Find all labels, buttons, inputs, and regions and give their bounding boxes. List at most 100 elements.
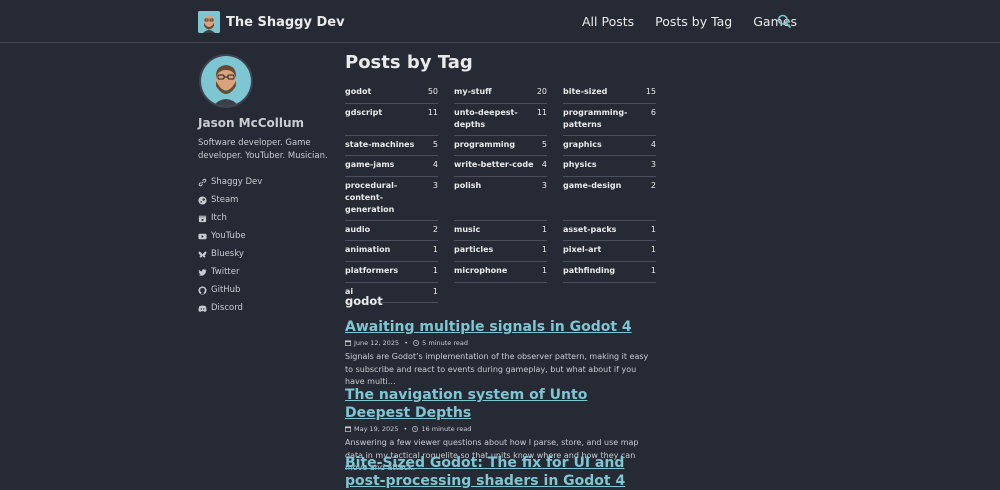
link-label: GitHub — [211, 285, 241, 295]
link-label: Itch — [211, 213, 227, 223]
tag-link[interactable]: programming 5 — [454, 136, 547, 157]
tag-name: procedural-content-generation — [345, 180, 398, 214]
post-title-link[interactable]: The navigation system of Unto Deepest De… — [345, 386, 655, 422]
link-steam[interactable]: Steam — [198, 191, 338, 209]
tag-count: 2 — [650, 180, 656, 190]
twitter-icon — [198, 268, 207, 276]
tag-count: 20 — [536, 87, 547, 96]
site-brand-link[interactable]: The Shaggy Dev — [198, 11, 345, 33]
tag-link[interactable]: microphone 1 — [454, 262, 547, 283]
tag-count: 3 — [650, 160, 656, 170]
tag-row: ai 1 — [345, 283, 657, 304]
tag-name: microphone — [454, 265, 508, 275]
tag-link[interactable]: procedural-content-generation 3 — [345, 177, 438, 221]
tag-count: 1 — [541, 265, 547, 275]
tag-link[interactable]: bite-sized 15 — [563, 83, 656, 104]
link-github[interactable]: GitHub — [198, 281, 338, 299]
nav-posts-by-tag[interactable]: Posts by Tag — [655, 14, 732, 29]
tag-name: my-stuff — [454, 87, 492, 96]
tag-count: 50 — [427, 87, 438, 96]
tag-link[interactable]: graphics 4 — [563, 136, 656, 157]
post-read-time: 16 minute read — [421, 425, 472, 433]
link-bluesky[interactable]: Bluesky — [198, 245, 338, 263]
link-shaggy-dev[interactable]: Shaggy Dev — [198, 173, 338, 191]
tag-count: 5 — [432, 139, 438, 149]
tag-section-heading: godot — [345, 294, 383, 308]
author-links: Shaggy Dev Steam Itch YouTube Bluesky Tw… — [198, 173, 338, 317]
tag-row: game-jams 4 write-better-code 4 physics 3 — [345, 156, 657, 177]
tag-count: 1 — [432, 245, 438, 255]
tag-link[interactable]: music 1 — [454, 221, 547, 242]
tag-name: write-better-code — [454, 160, 534, 170]
link-youtube[interactable]: YouTube — [198, 227, 338, 245]
link-twitter[interactable]: Twitter — [198, 263, 338, 281]
tag-link[interactable]: pathfinding 1 — [563, 262, 656, 283]
tag-name: pixel-art — [563, 245, 602, 255]
tag-name: gdscript — [345, 107, 383, 117]
discord-icon — [198, 305, 207, 312]
tag-count: 6 — [650, 107, 656, 117]
meta-separator: • — [402, 339, 411, 347]
nav-all-posts[interactable]: All Posts — [582, 14, 634, 29]
tag-link[interactable]: asset-packs 1 — [563, 221, 656, 242]
tag-row: state-machines 5 programming 5 graphics 4 — [345, 136, 657, 157]
tag-count: 3 — [432, 180, 438, 190]
post-title-link[interactable]: Awaiting multiple signals in Godot 4 — [345, 318, 655, 336]
tag-link[interactable]: audio 2 — [345, 221, 438, 242]
post-meta: May 19, 2025 • 16 minute read — [345, 425, 655, 433]
tag-link[interactable]: platformers 1 — [345, 262, 438, 283]
tag-link[interactable]: animation 1 — [345, 241, 438, 262]
tag-count: 4 — [541, 160, 547, 170]
tag-link[interactable]: my-stuff 20 — [454, 83, 547, 104]
clock-icon — [413, 340, 420, 346]
tag-count: 1 — [650, 224, 656, 234]
tag-link[interactable]: gdscript 11 — [345, 104, 438, 136]
tag-name: game-design — [563, 180, 622, 190]
post-excerpt: Signals are Godot’s implementation of th… — [345, 352, 649, 386]
itch-icon — [198, 215, 207, 222]
tag-link[interactable]: write-better-code 4 — [454, 156, 547, 177]
tag-count: 5 — [541, 139, 547, 149]
tag-count: 4 — [432, 160, 438, 170]
tag-link[interactable]: particles 1 — [454, 241, 547, 262]
link-itch[interactable]: Itch — [198, 209, 338, 227]
link-label: Twitter — [211, 267, 240, 277]
tag-name: polish — [454, 180, 482, 190]
tag-count: 11 — [427, 107, 438, 117]
tag-link[interactable]: godot 50 — [345, 83, 438, 104]
meta-separator: • — [401, 425, 410, 433]
tag-link[interactable]: game-design 2 — [563, 177, 656, 221]
author-name: Jason McCollum — [198, 116, 305, 130]
tag-count: 1 — [541, 245, 547, 255]
link-label: Bluesky — [211, 249, 244, 259]
tag-link[interactable]: polish 3 — [454, 177, 547, 221]
tag-link[interactable]: pixel-art 1 — [563, 241, 656, 262]
tag-row: animation 1 particles 1 pixel-art 1 — [345, 241, 657, 262]
site-logo-avatar — [198, 11, 220, 33]
tag-row: audio 2 music 1 asset-packs 1 — [345, 221, 657, 242]
tag-count: 1 — [432, 286, 438, 296]
page-title: Posts by Tag — [345, 52, 473, 73]
site-title: The Shaggy Dev — [226, 14, 345, 30]
link-discord[interactable]: Discord — [198, 299, 338, 317]
tag-count: 15 — [645, 87, 656, 96]
author-bio: Software developer. Game developer. YouT… — [198, 138, 328, 161]
main-nav: All Posts Posts by Tag Games — [582, 14, 797, 29]
post-title-link[interactable]: Bite-Sized Godot: The fix for UI and pos… — [345, 454, 655, 490]
tag-name: programming — [454, 139, 516, 149]
tag-count: 1 — [541, 224, 547, 234]
tag-link[interactable]: programming-patterns 6 — [563, 104, 656, 136]
tag-name: unto-deepest-depths — [454, 107, 518, 129]
tag-link[interactable]: state-machines 5 — [345, 136, 438, 157]
link-label: YouTube — [211, 231, 246, 241]
tag-count: 1 — [432, 265, 438, 275]
search-icon[interactable] — [777, 14, 791, 28]
tag-link[interactable]: unto-deepest-depths 11 — [454, 104, 547, 136]
tag-row: godot 50 my-stuff 20 bite-sized 15 — [345, 83, 657, 104]
link-label: Steam — [211, 195, 239, 205]
author-sidebar: Jason McCollum Software developer. Game … — [198, 54, 338, 333]
post-meta: June 12, 2025 • 5 minute read — [345, 339, 655, 347]
tag-link[interactable]: physics 3 — [563, 156, 656, 177]
tag-link[interactable]: game-jams 4 — [345, 156, 438, 177]
clock-icon — [412, 426, 419, 432]
